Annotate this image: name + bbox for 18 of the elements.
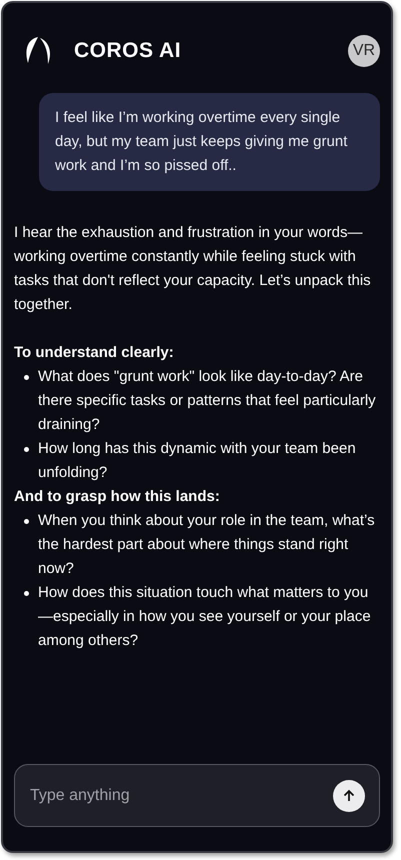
- user-avatar[interactable]: VR: [348, 35, 380, 67]
- section-heading: And to grasp how this lands:: [14, 487, 221, 507]
- bullet-text: How does this situation touch what matters to you—especially in how you see yourself or your place among others?: [38, 583, 372, 651]
- bullet-icon: [24, 591, 29, 596]
- bullet-text: How long has this dynamic with your team been unfolding?: [38, 439, 357, 483]
- send-button[interactable]: [333, 780, 365, 812]
- assistant-message: I hear the exhaustion and frustration in your words—working overtime constantly while feeling stuck with tasks that don't reflect your capacity. Let’s unpack this together.: [14, 223, 372, 315]
- bullet-icon: [24, 375, 29, 380]
- message-field[interactable]: Type anything: [14, 764, 380, 827]
- message-input[interactable]: Type anything: [30, 784, 333, 808]
- section-heading: To understand clearly:: [14, 343, 175, 363]
- arrow-up-icon: [342, 788, 356, 802]
- bullet-icon: [24, 519, 29, 524]
- bullet-text: What does "grunt work" look like day-to-day? Are there specific tasks or patterns that feel particularly draining?: [38, 367, 377, 435]
- app-title: COROS AI: [74, 38, 182, 64]
- bullet-text: When you think about your role in the team, what’s the hardest part about where things stand right now?: [38, 511, 376, 579]
- user-message: I feel like I’m working overtime every single day, but my team just keeps giving me grunt work and I’m so pissed off..: [39, 93, 380, 191]
- bullet-icon: [24, 447, 29, 452]
